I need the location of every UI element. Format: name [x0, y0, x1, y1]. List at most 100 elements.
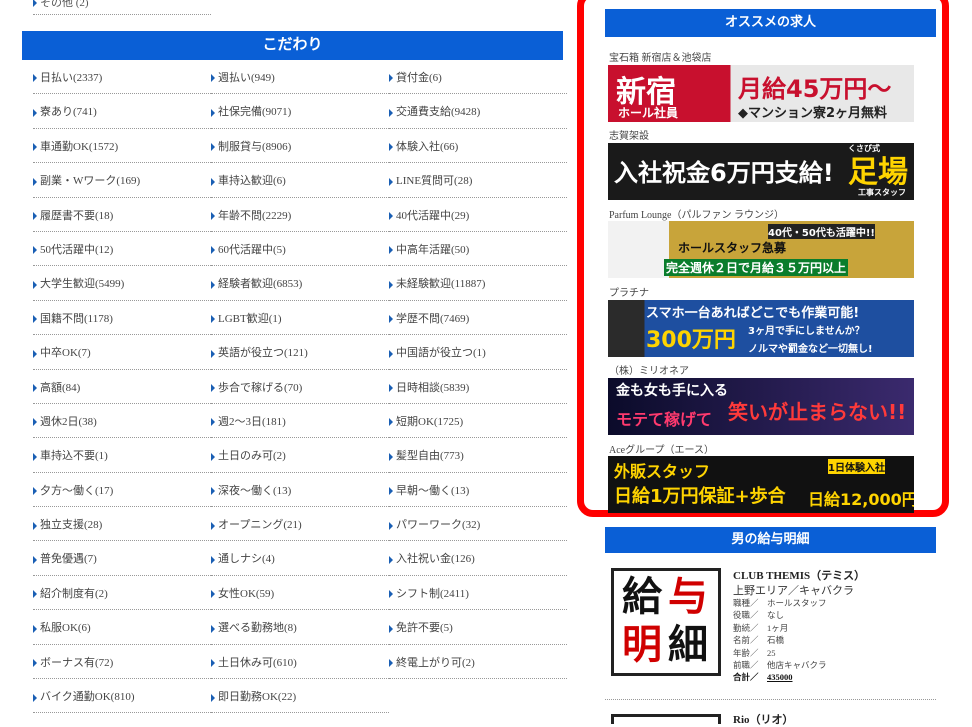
club-name-link[interactable]: CLUB THEMIS（テミス） — [733, 567, 865, 583]
shop-name[interactable]: 宝石箱 新宿店＆池袋店 — [609, 49, 712, 64]
kodawari-item[interactable]: LINE質問可(28) — [389, 163, 567, 198]
kodawari-item[interactable]: LGBT歓迎(1) — [211, 301, 389, 336]
kodawari-item[interactable]: 貸付金(6) — [389, 60, 567, 95]
kodawari-row: 中卒OK(7) 英語が役立つ(121) 中国語が役立つ(1) — [33, 335, 567, 370]
kodawari-item[interactable]: 中高年活躍(50) — [389, 232, 567, 267]
kodawari-item-label: 制服貸与(8906) — [218, 140, 292, 153]
kodawari-item[interactable]: 普免優遇(7) — [33, 541, 211, 576]
kodawari-row: 国籍不問(1178) LGBT歓迎(1) 学歴不問(7469) — [33, 301, 567, 336]
kodawari-item[interactable]: 女性OK(59) — [211, 576, 389, 611]
job-banner[interactable]: ホールスタッフ急募 40代・50代も活躍中!! 完全週休２日で月給３５万円以上 — [608, 221, 914, 278]
arrow-icon — [389, 74, 393, 83]
kodawari-item[interactable]: 週休2日(38) — [33, 404, 211, 439]
kodawari-item[interactable]: 体験入社(66) — [389, 129, 567, 164]
kodawari-item-label: 終電上がり可(2) — [396, 656, 475, 669]
kodawari-item[interactable]: 英語が役立つ(121) — [211, 335, 389, 370]
kodawari-item[interactable]: 中国語が役立つ(1) — [389, 335, 567, 370]
shop-name[interactable]: （株）ミリオネア — [609, 362, 689, 377]
kodawari-item[interactable]: 大学生歓迎(5499) — [33, 266, 211, 301]
kodawari-item[interactable]: 紹介制度有(2) — [33, 576, 211, 611]
kodawari-item[interactable]: 学歴不問(7469) — [389, 301, 567, 336]
kodawari-item[interactable]: 私服OK(6) — [33, 610, 211, 645]
arrow-icon — [33, 177, 37, 186]
kodawari-item[interactable]: 50代活躍中(12) — [33, 232, 211, 267]
kodawari-item[interactable]: 車通勤OK(1572) — [33, 129, 211, 164]
arrow-icon — [389, 280, 393, 289]
kodawari-item[interactable]: 早朝～働く(13) — [389, 473, 567, 508]
shop-name[interactable]: Parfum Lounge（パルファン ラウンジ） — [609, 206, 784, 221]
kodawari-item-label: 早朝～働く(13) — [396, 484, 470, 497]
shop-name[interactable]: 志賀架設 — [609, 127, 649, 142]
kodawari-item[interactable]: 交通費支給(9428) — [389, 94, 567, 129]
kodawari-item[interactable]: 未経験歓迎(11887) — [389, 266, 567, 301]
kodawari-item[interactable]: 短期OK(1725) — [389, 404, 567, 439]
kodawari-item[interactable]: 日払い(2337) — [33, 60, 211, 95]
job-banner[interactable]: 新宿 ホール社員 月給45万円～ ◆マンション寮2ヶ月無料 — [608, 65, 914, 122]
arrow-icon — [33, 280, 37, 289]
kodawari-row: 履歴書不要(18) 年齢不問(2229) 40代活躍中(29) — [33, 198, 567, 232]
kodawari-item[interactable]: 60代活躍中(5) — [211, 232, 389, 267]
kodawari-item[interactable]: 週払い(949) — [211, 60, 389, 95]
kodawari-item[interactable]: 独立支援(28) — [33, 507, 211, 542]
kodawari-item[interactable]: 経験者歓迎(6853) — [211, 266, 389, 301]
arrow-icon — [389, 418, 393, 427]
shop-name[interactable]: プラチナ — [609, 284, 649, 299]
kodawari-item[interactable]: 国籍不問(1178) — [33, 301, 211, 336]
kodawari-item[interactable]: 歩合で稼げる(70) — [211, 370, 389, 404]
kodawari-item[interactable]: 夕方～働く(17) — [33, 473, 211, 508]
kodawari-item[interactable]: 土日休み可(610) — [211, 645, 389, 680]
kodawari-item[interactable]: 40代活躍中(29) — [389, 198, 567, 232]
list-item-other[interactable]: その他 (2) — [33, 0, 211, 15]
arrow-icon — [389, 452, 393, 461]
kodawari-item-label: LGBT歓迎(1) — [218, 312, 282, 325]
arrow-icon — [33, 693, 37, 702]
arrow-icon — [389, 624, 393, 633]
kodawari-item[interactable]: バイク通勤OK(810) — [33, 679, 211, 714]
kodawari-item[interactable]: 車持込歓迎(6) — [211, 163, 389, 198]
job-banner[interactable]: 金も女も手に入る モテて稼げて 笑いが止まらない!! — [608, 378, 914, 435]
kodawari-item[interactable]: 土日のみ可(2) — [211, 438, 389, 473]
arrow-icon — [33, 487, 37, 496]
kodawari-item[interactable]: 中卒OK(7) — [33, 335, 211, 370]
kodawari-item[interactable]: 通しナシ(4) — [211, 541, 389, 576]
kodawari-item[interactable]: 免許不要(5) — [389, 610, 567, 645]
kodawari-item[interactable]: 深夜～働く(13) — [211, 473, 389, 508]
arrow-icon — [211, 487, 215, 496]
kodawari-item[interactable]: 入社祝い金(126) — [389, 541, 567, 576]
job-banner[interactable]: 入社祝金6万円支給! 足場 くさび式 工事スタッフ — [608, 143, 914, 200]
arrow-icon — [211, 108, 215, 117]
kodawari-item[interactable]: ボーナス有(72) — [33, 645, 211, 680]
kodawari-item[interactable]: 車持込不要(1) — [33, 438, 211, 473]
kodawari-item[interactable]: 終電上がり可(2) — [389, 645, 567, 680]
kodawari-item[interactable]: 週2～3日(181) — [211, 404, 389, 439]
kodawari-row: 夕方～働く(17) 深夜～働く(13) 早朝～働く(13) — [33, 473, 567, 508]
arrow-icon — [211, 659, 215, 668]
kodawari-item[interactable]: 日時相談(5839) — [389, 370, 567, 404]
kodawari-item[interactable]: 社保完備(9071) — [211, 94, 389, 129]
kodawari-item[interactable]: オープニング(21) — [211, 507, 389, 542]
arrow-icon — [33, 246, 37, 255]
shop-name[interactable]: Aceグループ（エース） — [609, 441, 714, 456]
job-banner[interactable]: スマホ一台あればどこでも作業可能! 300万円 3ヶ月で手にしませんか？ ノルマ… — [608, 300, 914, 357]
kodawari-item[interactable]: 寮あり(741) — [33, 94, 211, 129]
club-name-link[interactable]: Rio（リオ） — [733, 711, 794, 727]
job-banner[interactable]: 外販スタッフ 日給1万円保証+歩合 1日体験入社 日給12,000円 — [608, 456, 914, 513]
arrow-icon — [33, 590, 37, 599]
kodawari-item[interactable]: 選べる勤務地(8) — [211, 610, 389, 645]
kodawari-item-label: 大学生歓迎(5499) — [40, 278, 125, 291]
kodawari-item[interactable]: 髪型自由(773) — [389, 438, 567, 473]
salary-slip-icon[interactable]: 給 与 明 細 — [611, 568, 721, 676]
kodawari-item[interactable]: 制服貸与(8906) — [211, 129, 389, 164]
kodawari-item-label: 国籍不問(1178) — [40, 312, 113, 325]
kodawari-item[interactable]: 年齢不問(2229) — [211, 198, 389, 232]
kodawari-item[interactable]: 高額(84) — [33, 370, 211, 404]
kodawari-item[interactable]: パワーワーク(32) — [389, 507, 567, 542]
kodawari-row: 寮あり(741) 社保完備(9071) 交通費支給(9428) — [33, 94, 567, 129]
kodawari-item[interactable]: 即日勤務OK(22) — [211, 679, 389, 714]
kodawari-item[interactable]: 副業・Wワーク(169) — [33, 163, 211, 198]
kodawari-item[interactable]: シフト制(2411) — [389, 576, 567, 611]
kodawari-item-label: ボーナス有(72) — [40, 656, 114, 669]
arrow-icon — [389, 383, 393, 392]
salary-slip-icon[interactable] — [611, 714, 721, 724]
kodawari-item[interactable]: 履歴書不要(18) — [33, 198, 211, 232]
